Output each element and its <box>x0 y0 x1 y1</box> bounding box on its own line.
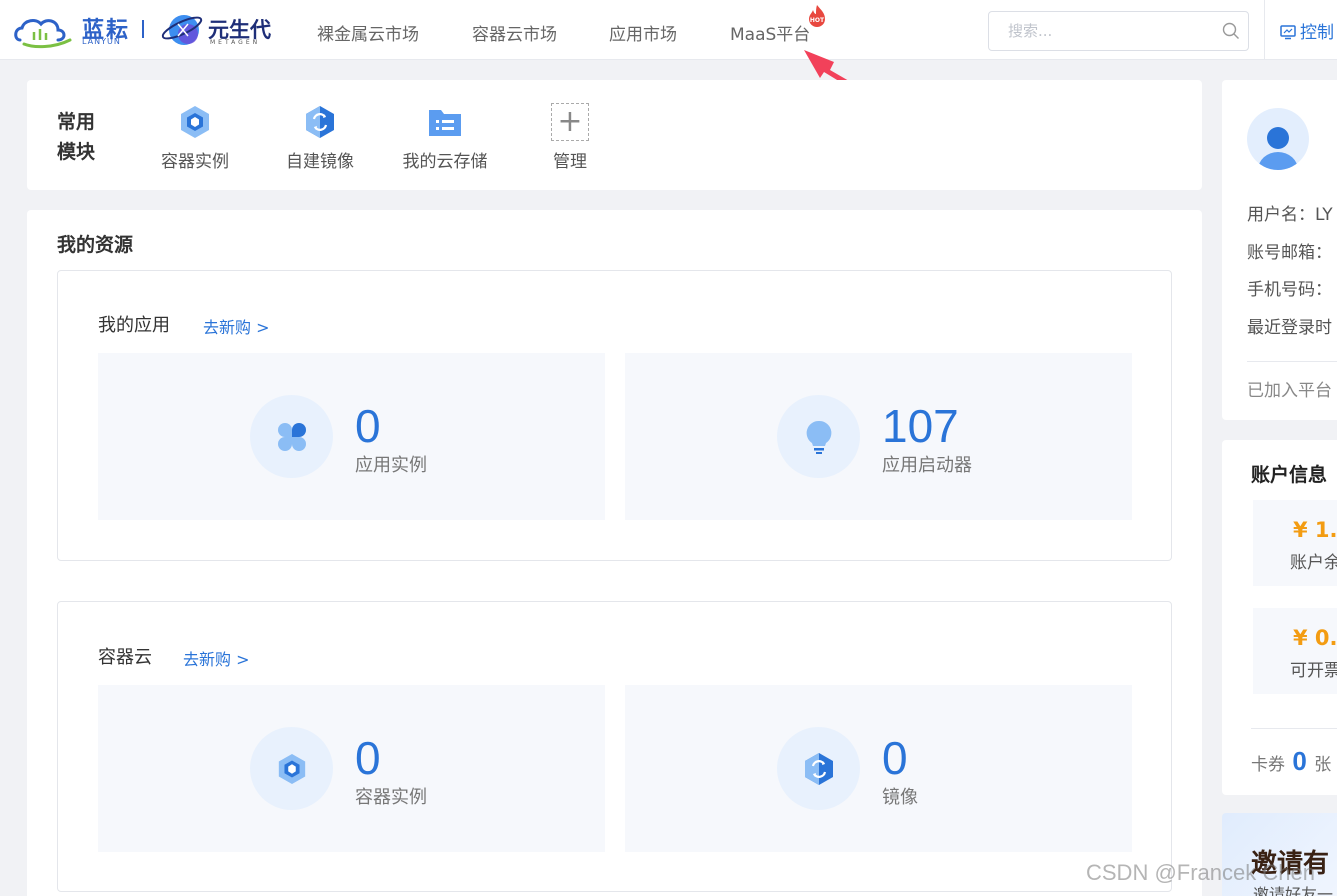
invoice-box[interactable]: ¥ 0. 可开票 <box>1253 608 1337 694</box>
user-avatar-icon <box>1258 127 1298 170</box>
stat-label: 镜像 <box>882 787 918 808</box>
stat-tile-images[interactable]: 0 镜像 <box>625 685 1132 852</box>
account-info-card: 账户信息 ¥ 1.3 账户余 ¥ 0. 可开票 卡券 0 张 <box>1222 440 1337 795</box>
plus-icon[interactable]: + <box>551 103 589 141</box>
section-title: 我的应用 <box>98 315 170 336</box>
coupon-prefix: 卡券 <box>1251 755 1285 775</box>
module-label: 管理 <box>553 152 587 172</box>
brand-logo[interactable]: 蓝耘 LANYUN 元生代 METAGEN <box>14 10 279 50</box>
nav-app-market[interactable]: 应用市场 <box>609 20 677 45</box>
module-cloud-storage[interactable]: 我的云存储 <box>395 102 495 172</box>
avatar[interactable] <box>1247 108 1309 170</box>
username-row: 用户名：LY <box>1247 200 1333 225</box>
brand-sub: LANYUN <box>82 37 121 46</box>
invoice-amount: ¥ 0. <box>1293 626 1337 650</box>
module-label: 我的云存储 <box>402 152 488 172</box>
divider <box>1251 728 1337 729</box>
tile-icon-circle <box>777 727 860 810</box>
lightbulb-icon <box>806 420 831 454</box>
hot-flame-icon: HOT <box>809 5 825 27</box>
hot-badge-text: HOT <box>810 17 825 24</box>
search-input[interactable] <box>1008 12 1208 50</box>
partner-sub: METAGEN <box>210 39 261 46</box>
module-container-instance[interactable]: 容器实例 <box>145 102 245 172</box>
balance-label: 账户余 <box>1290 553 1337 573</box>
stat-value: 0 <box>882 732 908 784</box>
image-icon <box>306 106 334 138</box>
stat-label: 容器实例 <box>355 787 427 808</box>
stat-value: 0 <box>355 400 381 452</box>
buy-new-link[interactable]: 去新购 > <box>203 314 270 338</box>
stat-value: 0 <box>355 732 381 784</box>
container-cube-icon <box>278 753 305 784</box>
my-apps-section: 我的应用 去新购 > 0 应用实例 107 应用启动器 <box>57 270 1172 561</box>
phone-label: 手机号码： <box>1247 280 1332 300</box>
balance-amount: ¥ 1.3 <box>1293 518 1337 542</box>
common-modules-card: 常用模块 容器实例 自建镜像 我的云存储 + 管理 <box>27 80 1202 190</box>
logo-divider <box>142 20 144 38</box>
username-label: 用户名： <box>1247 205 1315 225</box>
stat-tile-container-instances[interactable]: 0 容器实例 <box>98 685 605 852</box>
module-manage[interactable]: + 管理 <box>520 102 620 172</box>
coupon-suffix: 张 <box>1314 755 1332 775</box>
module-label: 自建镜像 <box>286 152 354 172</box>
my-resources-card: 我的资源 我的应用 去新购 > 0 应用实例 107 应用启动器 容器云 去新购… <box>27 210 1202 896</box>
nav-baremetal-market[interactable]: 裸金属云市场 <box>317 20 419 45</box>
module-label: 容器实例 <box>161 152 229 172</box>
coupon-row[interactable]: 卡券 0 张 <box>1251 746 1331 777</box>
image-icon <box>804 752 833 785</box>
buy-new-link[interactable]: 去新购 > <box>183 646 250 670</box>
stat-label: 应用实例 <box>355 455 427 476</box>
stat-value: 107 <box>882 400 959 452</box>
email-label: 账号邮箱： <box>1247 243 1332 263</box>
nav-container-market[interactable]: 容器云市场 <box>472 20 557 45</box>
navbar-divider <box>1264 0 1265 60</box>
stat-tile-app-instances[interactable]: 0 应用实例 <box>98 353 605 520</box>
divider <box>1247 361 1337 362</box>
account-info-title: 账户信息 <box>1251 464 1328 486</box>
app-grid-icon <box>277 422 306 451</box>
metagen-logo-icon <box>161 15 203 45</box>
section-title: 容器云 <box>98 647 152 668</box>
monitor-icon <box>1280 25 1296 40</box>
tile-icon-circle <box>250 395 333 478</box>
container-cloud-section: 容器云 去新购 > 0 容器实例 0 镜像 <box>57 601 1172 892</box>
common-modules-title: 常用模块 <box>57 111 96 163</box>
lanyun-logo-icon <box>14 19 72 49</box>
username-value: LY <box>1315 205 1333 225</box>
top-navbar: 蓝耘 LANYUN 元生代 METAGEN 裸金属云市场 容器云市场 应用市场 … <box>0 0 1337 60</box>
coupon-count: 0 <box>1292 746 1307 776</box>
invoice-label: 可开票 <box>1290 661 1337 681</box>
user-profile-card: 用户名：LY 账号邮箱： 手机号码： 最近登录时 已加入平台 <box>1222 80 1337 420</box>
console-label: 控制 <box>1300 23 1334 43</box>
balance-box[interactable]: ¥ 1.3 账户余 <box>1253 500 1337 586</box>
search-icon[interactable] <box>1222 22 1240 40</box>
tile-icon-circle <box>777 395 860 478</box>
module-custom-image[interactable]: 自建镜像 <box>270 102 370 172</box>
search-box[interactable] <box>988 11 1249 51</box>
tile-icon-circle <box>250 727 333 810</box>
watermark: CSDN @Francek Chen <box>1086 860 1315 885</box>
last-login-label: 最近登录时 <box>1247 318 1332 338</box>
console-link[interactable]: 控制 <box>1280 18 1334 43</box>
stat-label: 应用启动器 <box>882 455 972 476</box>
joined-label: 已加入平台 <box>1247 381 1332 401</box>
container-cube-icon <box>181 106 209 138</box>
folder-storage-icon <box>429 110 461 136</box>
stat-tile-app-launchers[interactable]: 107 应用启动器 <box>625 353 1132 520</box>
my-resources-title: 我的资源 <box>57 234 134 256</box>
